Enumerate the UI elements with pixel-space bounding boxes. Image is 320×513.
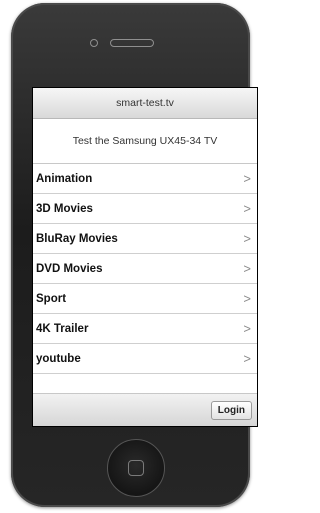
menu-item-label: Animation xyxy=(36,172,93,185)
menu-item-label: youtube xyxy=(36,352,81,365)
menu-item-label: 4K Trailer xyxy=(36,322,89,335)
menu-item-bluray-movies[interactable]: BluRay Movies > xyxy=(33,224,257,254)
menu-item-sport[interactable]: Sport > xyxy=(33,284,257,314)
menu-item-label: Sport xyxy=(36,292,67,305)
login-button[interactable]: Login xyxy=(210,400,252,420)
chevron-right-icon: > xyxy=(243,351,251,366)
app-header: smart-test.tv xyxy=(33,88,257,119)
menu-item-label: DVD Movies xyxy=(36,262,103,275)
page-subtitle: Test the Samsung UX45-34 TV xyxy=(33,119,257,164)
home-square-icon xyxy=(128,460,144,476)
chevron-right-icon: > xyxy=(243,231,251,246)
app-title: smart-test.tv xyxy=(116,97,174,109)
menu-item-4k-trailer[interactable]: 4K Trailer > xyxy=(33,314,257,344)
phone-frame: smart-test.tv Test the Samsung UX45-34 T… xyxy=(11,3,258,507)
front-camera xyxy=(90,39,98,47)
app-footer: Login xyxy=(33,394,257,426)
chevron-right-icon: > xyxy=(243,171,251,186)
menu-item-label: BluRay Movies xyxy=(36,232,118,245)
home-button[interactable] xyxy=(107,439,165,497)
menu-item-label: 3D Movies xyxy=(36,202,93,215)
empty-row xyxy=(33,374,257,394)
menu-item-dvd-movies[interactable]: DVD Movies > xyxy=(33,254,257,284)
menu-list: Animation > 3D Movies > BluRay Movies > … xyxy=(33,164,257,374)
chevron-right-icon: > xyxy=(243,261,251,276)
chevron-right-icon: > xyxy=(243,291,251,306)
menu-item-youtube[interactable]: youtube > xyxy=(33,344,257,374)
chevron-right-icon: > xyxy=(243,201,251,216)
speaker-grille xyxy=(110,39,154,47)
phone-screen: smart-test.tv Test the Samsung UX45-34 T… xyxy=(32,87,258,427)
menu-item-3d-movies[interactable]: 3D Movies > xyxy=(33,194,257,224)
menu-item-animation[interactable]: Animation > xyxy=(33,164,257,194)
chevron-right-icon: > xyxy=(243,321,251,336)
